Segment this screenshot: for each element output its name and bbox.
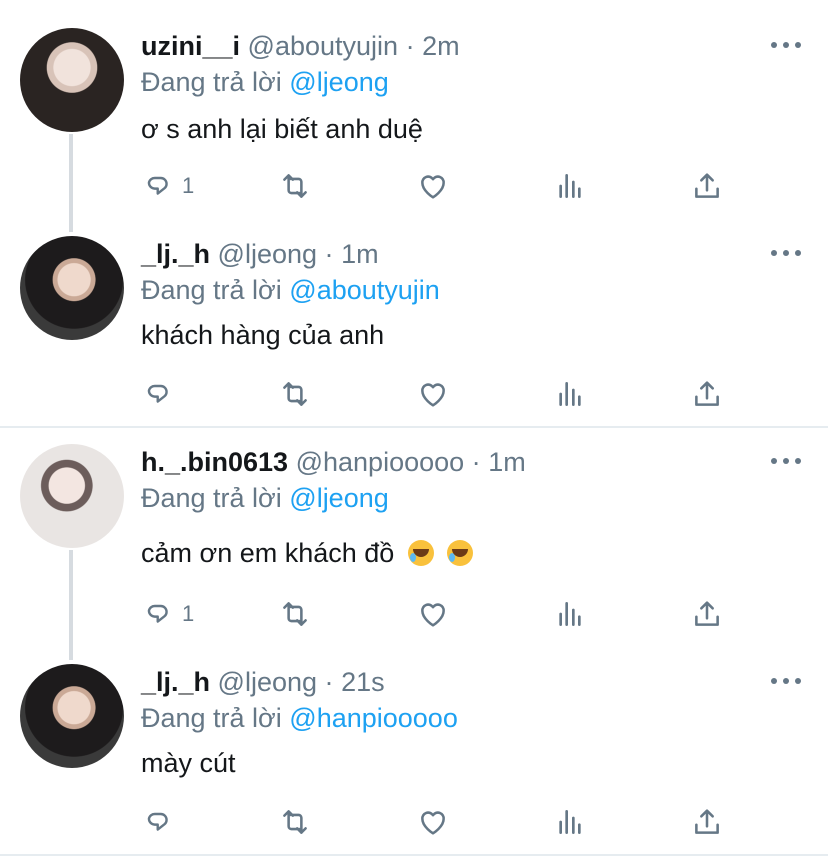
- retweet-icon: [283, 174, 307, 198]
- reply-count: 1: [182, 173, 195, 198]
- rofl-emoji-icon: [407, 540, 434, 566]
- avatar[interactable]: [20, 28, 124, 132]
- more-icon[interactable]: [771, 248, 801, 258]
- share-icon: [695, 809, 719, 834]
- username[interactable]: @aboutyujin: [248, 31, 399, 61]
- share-button[interactable]: [690, 802, 724, 842]
- analytics-button[interactable]: [554, 374, 586, 414]
- reply-icon: [147, 812, 168, 831]
- separator: ·: [471, 447, 481, 477]
- reply-icon: [147, 604, 168, 623]
- retweet-button[interactable]: [278, 802, 312, 842]
- replying-to-label: Đang trả lời: [141, 67, 282, 97]
- tweet-header: uzini__i @aboutyujin · 2m: [141, 30, 460, 62]
- mention-link[interactable]: @hanpiooooo: [289, 703, 458, 733]
- mention-link[interactable]: @ljeong: [289, 483, 388, 513]
- tweet-header: _lj._h @ljeong · 21s: [141, 666, 385, 698]
- retweet-icon: [283, 382, 307, 406]
- analytics-button[interactable]: [554, 802, 586, 842]
- replying-to: Đang trả lời @aboutyujin: [141, 274, 440, 306]
- separator: ·: [324, 239, 334, 269]
- rofl-emoji-icon: [447, 540, 474, 566]
- retweet-button[interactable]: [278, 594, 312, 634]
- retweet-icon: [283, 810, 307, 834]
- tweet-header: h._.bin0613 @hanpiooooo · 1m: [141, 446, 526, 478]
- share-icon: [695, 381, 719, 406]
- share-icon: [695, 601, 719, 626]
- tweet-header: _lj._h @ljeong · 1m: [141, 238, 379, 270]
- mention-link[interactable]: @ljeong: [289, 67, 388, 97]
- analytics-button[interactable]: [554, 166, 586, 206]
- reply-button[interactable]: 1: [142, 594, 194, 634]
- share-button[interactable]: [690, 594, 724, 634]
- analytics-icon: [559, 174, 581, 198]
- mention-link[interactable]: @aboutyujin: [289, 275, 440, 305]
- retweet-button[interactable]: [278, 166, 312, 206]
- timestamp[interactable]: 21s: [341, 667, 385, 697]
- replying-to-label: Đang trả lời: [141, 483, 282, 513]
- reply-icon: [147, 384, 168, 403]
- analytics-icon: [559, 382, 581, 406]
- heart-icon: [421, 811, 445, 835]
- timestamp[interactable]: 1m: [488, 447, 526, 477]
- reply-button[interactable]: [142, 374, 182, 414]
- conversation-divider: [0, 854, 828, 856]
- heart-icon: [421, 175, 445, 199]
- more-icon[interactable]: [771, 456, 801, 466]
- tweet-text: ơ s anh lại biết anh duệ: [141, 114, 423, 144]
- tweet-text: khách hàng của anh: [141, 320, 385, 350]
- replying-to-label: Đang trả lời: [141, 275, 282, 305]
- username[interactable]: @ljeong: [218, 239, 317, 269]
- display-name[interactable]: _lj._h: [141, 667, 210, 697]
- analytics-icon: [559, 602, 581, 626]
- analytics-button[interactable]: [554, 594, 586, 634]
- avatar[interactable]: [20, 664, 124, 768]
- display-name[interactable]: h._.bin0613: [141, 447, 288, 477]
- username[interactable]: @ljeong: [218, 667, 317, 697]
- reply-button[interactable]: 1: [142, 166, 194, 206]
- tweet-text-content: cảm ơn em khách đồ: [141, 538, 395, 568]
- replying-to: Đang trả lời @ljeong: [141, 66, 389, 98]
- share-icon: [695, 173, 719, 198]
- analytics-icon: [559, 810, 581, 834]
- like-button[interactable]: [416, 802, 450, 842]
- separator: ·: [405, 31, 415, 61]
- display-name[interactable]: uzini__i: [141, 31, 240, 61]
- avatar[interactable]: [20, 236, 124, 340]
- share-button[interactable]: [690, 166, 724, 206]
- share-button[interactable]: [690, 374, 724, 414]
- separator: ·: [324, 667, 334, 697]
- retweet-icon: [283, 602, 307, 626]
- action-bar: 1: [0, 166, 828, 206]
- retweet-button[interactable]: [278, 374, 312, 414]
- timestamp[interactable]: 2m: [422, 31, 460, 61]
- like-button[interactable]: [416, 166, 450, 206]
- replying-to: Đang trả lời @ljeong: [141, 482, 389, 514]
- replying-to-label: Đang trả lời: [141, 703, 282, 733]
- more-icon[interactable]: [771, 676, 801, 686]
- heart-icon: [421, 383, 445, 407]
- conversation-divider: [0, 426, 828, 428]
- username[interactable]: @hanpiooooo: [296, 447, 465, 477]
- like-button[interactable]: [416, 594, 450, 634]
- tweet-text: cảm ơn em khách đồ: [141, 536, 474, 570]
- reply-button[interactable]: [142, 802, 182, 842]
- avatar[interactable]: [20, 444, 124, 548]
- action-bar: [0, 802, 828, 842]
- like-button[interactable]: [416, 374, 450, 414]
- timestamp[interactable]: 1m: [341, 239, 379, 269]
- tweet-text: mày cút: [141, 748, 236, 778]
- display-name[interactable]: _lj._h: [141, 239, 210, 269]
- more-icon[interactable]: [771, 40, 801, 50]
- action-bar: 1: [0, 594, 828, 634]
- heart-icon: [421, 603, 445, 627]
- action-bar: [0, 374, 828, 414]
- reply-count: 1: [182, 601, 195, 626]
- replying-to: Đang trả lời @hanpiooooo: [141, 702, 458, 734]
- reply-icon: [147, 176, 168, 195]
